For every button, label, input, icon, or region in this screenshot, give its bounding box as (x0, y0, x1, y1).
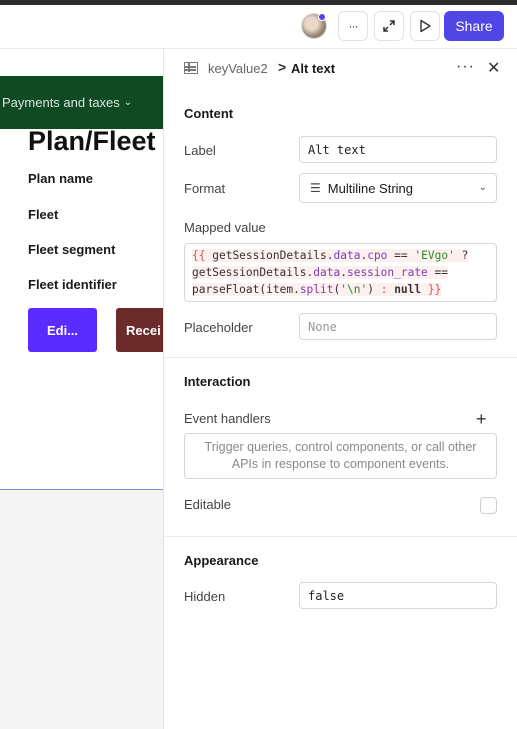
component-name[interactable]: keyValue2 (208, 61, 268, 76)
format-select[interactable]: ☰ Multiline String ⌄ (299, 173, 497, 203)
hidden-label: Hidden (184, 589, 226, 604)
hidden-input[interactable]: false (299, 582, 497, 609)
plan-title: Plan/Fleet (28, 126, 156, 156)
preview-button[interactable] (410, 11, 440, 41)
label-input[interactable]: Alt text (299, 136, 497, 163)
field-plan-name[interactable]: Plan name (28, 171, 93, 186)
expand-icon (383, 20, 395, 32)
label-field-label: Label (184, 143, 216, 158)
section-divider (164, 536, 517, 537)
appearance-section-title: Appearance (184, 553, 259, 568)
more-options-button[interactable]: ··· (338, 11, 368, 41)
mapped-value-editor[interactable]: {{ getSessionDetails.data.cpo == 'EVgo' … (184, 243, 497, 302)
more-icon: ··· (348, 19, 359, 33)
placeholder-input[interactable]: None (299, 313, 497, 340)
expand-button[interactable] (374, 11, 404, 41)
placeholder-field-label: Placeholder (184, 320, 253, 335)
plus-icon[interactable]: + (476, 409, 487, 430)
inspector-panel: keyValue2 > Alt text ··· ✕ Content Label… (164, 49, 517, 729)
interaction-section-title: Interaction (184, 374, 251, 389)
field-fleet[interactable]: Fleet (28, 207, 58, 222)
payments-nav-item[interactable]: Payments and taxes ⌄ (0, 76, 163, 129)
table-icon (184, 62, 198, 74)
breadcrumb-separator: > (278, 59, 287, 75)
chevron-down-icon: ⌄ (478, 182, 487, 193)
app-canvas: Payments and taxes ⌄ Plan/Fleet Plan nam… (0, 49, 164, 729)
field-fleet-segment[interactable]: Fleet segment (28, 242, 115, 257)
payments-nav-label: Payments and taxes (2, 95, 120, 110)
inspector-header: keyValue2 > Alt text ··· ✕ (164, 49, 517, 89)
receipt-button[interactable]: Recei (116, 308, 163, 352)
event-handlers-empty[interactable]: Trigger queries, control components, or … (184, 433, 497, 479)
mapped-value-label: Mapped value (184, 220, 266, 235)
content-section-title: Content (184, 106, 234, 121)
presence-dot (318, 13, 326, 21)
edit-button[interactable]: Edi... (28, 308, 97, 352)
editable-checkbox[interactable] (480, 497, 497, 514)
share-button[interactable]: Share (444, 11, 504, 41)
format-field-label: Format (184, 181, 226, 196)
more-icon[interactable]: ··· (456, 58, 475, 76)
inspector-title: Alt text (291, 61, 336, 76)
chevron-down-icon: ⌄ (123, 97, 133, 108)
top-toolbar: ··· Share (0, 5, 517, 49)
event-handlers-label: Event handlers (184, 411, 271, 426)
multiline-icon: ☰ (310, 181, 321, 195)
close-icon[interactable]: ✕ (487, 58, 500, 78)
field-fleet-identifier[interactable]: Fleet identifier (28, 277, 117, 292)
section-divider (164, 357, 517, 358)
play-icon (420, 19, 431, 33)
format-value: Multiline String (327, 180, 414, 196)
editable-label: Editable (184, 497, 231, 512)
